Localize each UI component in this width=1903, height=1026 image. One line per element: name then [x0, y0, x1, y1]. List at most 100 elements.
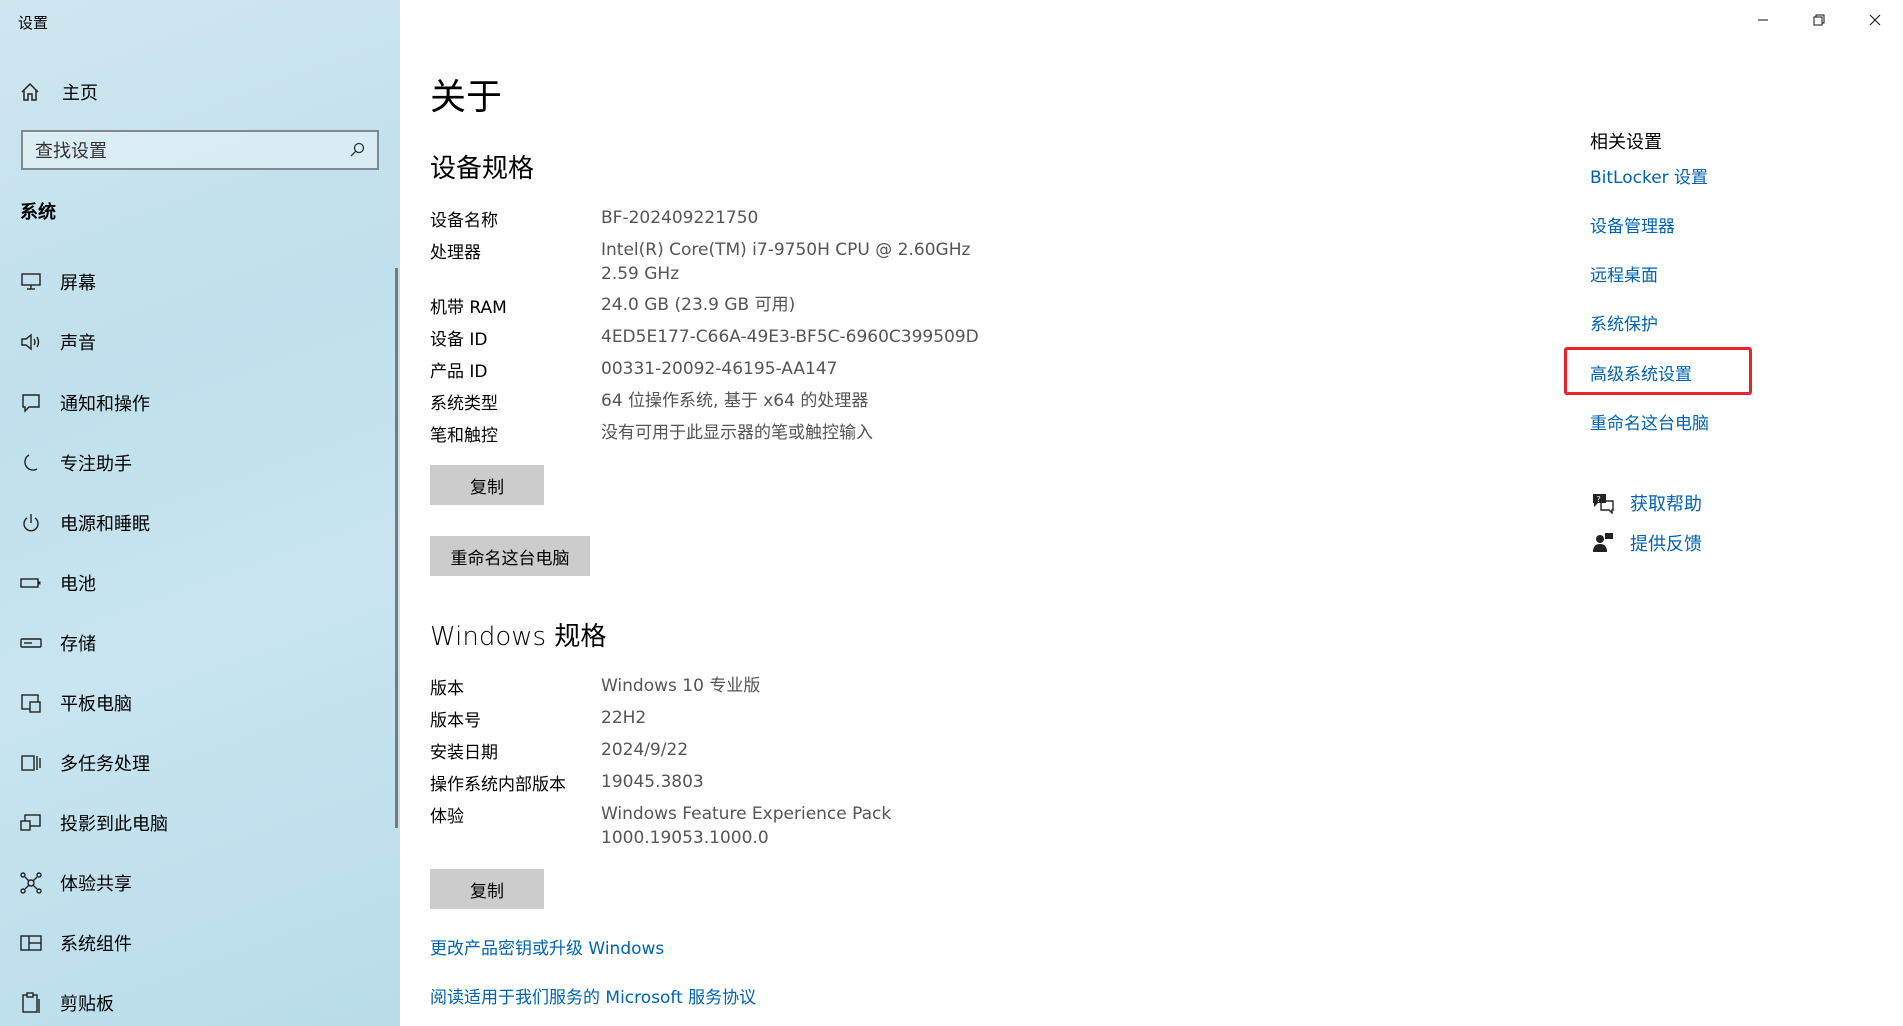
sidebar-scrollbar[interactable]: [395, 268, 398, 828]
main-panel: 关于 设备规格 设备名称 BF-202409221750 处理器 Intel(R…: [400, 0, 1903, 1026]
close-button[interactable]: [1847, 0, 1903, 40]
system-protection-link[interactable]: 系统保护: [1590, 310, 1658, 335]
clipboard-icon: [20, 992, 42, 1014]
sidebar-home[interactable]: 主页: [20, 78, 98, 106]
spec-row: 系统类型 64 位操作系统, 基于 x64 的处理器: [430, 389, 1001, 421]
project-icon: [20, 812, 42, 834]
sidebar-item-label: 投影到此电脑: [60, 814, 168, 835]
sidebar-item-tablet[interactable]: 平板电脑: [0, 680, 400, 726]
spec-row: 安装日期 2024/9/22: [430, 738, 1001, 770]
spec-value: 24.0 GB (23.9 GB 可用): [601, 295, 796, 315]
spec-key: 体验: [430, 807, 464, 827]
sidebar-item-label: 多任务处理: [60, 754, 150, 775]
spec-value: Windows Feature Experience Pack 1000.190…: [601, 804, 892, 848]
restore-button[interactable]: [1791, 0, 1847, 40]
battery-icon: [20, 572, 42, 594]
sidebar-item-storage[interactable]: 存储: [0, 620, 400, 666]
sidebar-section-title: 系统: [20, 202, 56, 223]
spec-row: 产品 ID 00331-20092-46195-AA147: [430, 357, 1001, 389]
sidebar-item-label: 屏幕: [60, 273, 96, 294]
multitask-icon: [20, 752, 42, 774]
restore-icon: [1813, 14, 1825, 26]
minimize-icon: [1758, 19, 1768, 21]
spec-row: 设备 ID 4ED5E177-C66A-49E3-BF5C-6960C39950…: [430, 325, 1001, 357]
power-icon: [20, 512, 42, 534]
sidebar-item-battery[interactable]: 电池: [0, 560, 400, 606]
bitlocker-settings-link[interactable]: BitLocker 设置: [1590, 163, 1708, 188]
sidebar-item-label: 存储: [60, 634, 96, 655]
windows-spec-table: 版本 Windows 10 专业版 版本号 22H2 安装日期 2024/9/2…: [430, 674, 1001, 857]
sidebar-item-focus-assist[interactable]: 专注助手: [0, 440, 400, 486]
sidebar-item-label: 电池: [60, 574, 96, 595]
search-input[interactable]: 查找设置: [21, 130, 379, 170]
sidebar-item-label: 通知和操作: [60, 394, 150, 415]
rename-pc-link[interactable]: 重命名这台电脑: [1590, 409, 1709, 434]
give-feedback-link[interactable]: 提供反馈: [1590, 530, 1702, 556]
search-icon[interactable]: [349, 142, 365, 158]
get-help-label: 获取帮助: [1630, 494, 1702, 515]
spec-value: BF-202409221750: [601, 208, 759, 228]
sidebar-home-label: 主页: [62, 83, 98, 104]
copy-windows-button[interactable]: 复制: [430, 869, 544, 909]
spec-value: 22H2: [601, 708, 647, 728]
spec-row: 体验 Windows Feature Experience Pack 1000.…: [430, 802, 1001, 857]
sidebar-item-shared-experiences[interactable]: 体验共享: [0, 860, 400, 906]
advanced-system-settings-link[interactable]: 高级系统设置: [1590, 360, 1692, 385]
feedback-icon: [1590, 530, 1616, 556]
spec-row: 操作系统内部版本 19045.3803: [430, 770, 1001, 802]
sidebar-item-project[interactable]: 投影到此电脑: [0, 800, 400, 846]
spec-value: 64 位操作系统, 基于 x64 的处理器: [601, 391, 869, 411]
help-chat-icon: ?: [1590, 490, 1616, 516]
change-product-key-link[interactable]: 更改产品密钥或升级 Windows: [430, 934, 664, 959]
spec-key: 系统类型: [430, 394, 498, 414]
spec-value: Windows 10 专业版: [601, 676, 761, 696]
share-icon: [20, 872, 42, 894]
minimize-button[interactable]: [1735, 0, 1791, 40]
notification-icon: [20, 392, 42, 414]
windows-spec-heading: Windows 规格: [430, 622, 607, 652]
svg-text:?: ?: [1597, 495, 1601, 504]
moon-icon: [20, 452, 42, 474]
give-feedback-label: 提供反馈: [1630, 534, 1702, 555]
spec-key: 操作系统内部版本: [430, 775, 566, 795]
spec-key: 处理器: [430, 243, 481, 263]
sidebar-item-system-components[interactable]: 系统组件: [0, 920, 400, 966]
sidebar-item-label: 电源和睡眠: [60, 514, 150, 535]
page-title: 关于: [430, 77, 503, 118]
sidebar-item-notifications[interactable]: 通知和操作: [0, 380, 400, 426]
sidebar-item-display[interactable]: 屏幕: [0, 259, 400, 305]
window-controls: [1735, 0, 1903, 40]
spec-row: 设备名称 BF-202409221750: [430, 206, 1001, 238]
spec-value: 4ED5E177-C66A-49E3-BF5C-6960C399509D: [601, 327, 979, 347]
rename-pc-button[interactable]: 重命名这台电脑: [430, 536, 590, 576]
spec-value: 19045.3803: [601, 772, 704, 792]
sidebar-item-label: 平板电脑: [60, 694, 132, 715]
sidebar-item-power-sleep[interactable]: 电源和睡眠: [0, 500, 400, 546]
monitor-icon: [20, 271, 42, 293]
remote-desktop-link[interactable]: 远程桌面: [1590, 261, 1658, 286]
sidebar-item-label: 声音: [60, 333, 96, 354]
sidebar-item-label: 剪贴板: [60, 994, 114, 1015]
spec-key: 版本: [430, 679, 464, 699]
sidebar-item-sound[interactable]: 声音: [0, 319, 400, 365]
sidebar-item-clipboard[interactable]: 剪贴板: [0, 980, 400, 1026]
copy-device-button[interactable]: 复制: [430, 465, 544, 505]
service-agreement-link[interactable]: 阅读适用于我们服务的 Microsoft 服务协议: [430, 983, 756, 1008]
sidebar-item-multitasking[interactable]: 多任务处理: [0, 740, 400, 786]
spec-key: 设备名称: [430, 211, 498, 231]
spec-row: 版本号 22H2: [430, 706, 1001, 738]
spec-key: 版本号: [430, 711, 481, 731]
storage-icon: [20, 632, 42, 654]
related-settings-title: 相关设置: [1590, 132, 1662, 153]
home-icon: [21, 82, 39, 101]
components-icon: [20, 932, 42, 954]
spec-row: 机带 RAM 24.0 GB (23.9 GB 可用): [430, 293, 1001, 325]
get-help-link[interactable]: ? 获取帮助: [1590, 490, 1702, 516]
window-title: 设置: [18, 14, 49, 32]
spec-row: 版本 Windows 10 专业版: [430, 674, 1001, 706]
device-manager-link[interactable]: 设备管理器: [1590, 212, 1675, 237]
spec-value: 没有可用于此显示器的笔或触控输入: [601, 423, 873, 443]
speaker-icon: [20, 331, 42, 353]
close-icon: [1869, 14, 1881, 26]
spec-value: 2024/9/22: [601, 740, 689, 760]
